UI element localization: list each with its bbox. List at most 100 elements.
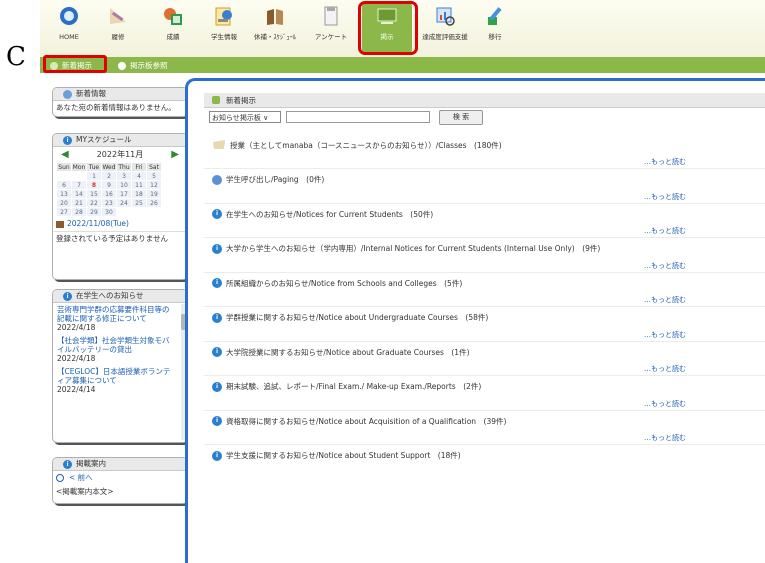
category-row: i 所属組織からのお知らせ/Notice from Schools and Co… [204,276,765,311]
schedule-date-line[interactable]: 2022/11/08(Tue) [53,217,187,231]
calendar-day[interactable]: 7 [71,180,87,190]
category-title[interactable]: 授業（主としてmanaba（コースニュースからのお知らせ））/Classes (… [212,138,502,152]
calendar-day[interactable]: 29 [86,207,102,217]
main-bulletin-panel: 新着掲示 お知らせ掲示板 ∨ 検 索 授業（主としてmanaba（コースニュース… [185,78,765,563]
calendar-day[interactable]: 18 [131,189,147,199]
survey-icon [324,6,338,26]
calendar-nav: ◀ 2022年11月 ▶ [53,147,187,162]
row-divider [204,306,765,307]
toolbar-survey[interactable]: アンケート [306,3,356,53]
row-divider [204,271,765,273]
toolbar-grades[interactable]: 成績 [148,3,198,53]
calendar-day[interactable]: 28 [71,207,87,217]
calendar-day[interactable]: 3 [116,171,132,181]
info-icon: i [212,243,222,254]
read-more-link[interactable]: …もっと読む [644,261,686,271]
read-more-link[interactable]: …もっと読む [644,295,686,305]
category-row: i 大学から学生へのお知らせ（学内専用）/Internal Notices fo… [204,242,765,277]
toolbar-registration[interactable]: 履修 [93,3,143,53]
read-more-link[interactable]: …もっと読む [644,433,686,443]
read-more-link[interactable]: …もっと読む [644,330,686,340]
student-info-icon [215,7,232,26]
calendar-day [116,207,132,217]
search-input[interactable] [286,111,430,123]
search-button[interactable]: 検 索 [439,109,483,125]
toolbar-achievement[interactable]: 達成度評価支援 [420,3,470,53]
toolbar-migration[interactable]: 移行 [470,3,520,53]
category-row: 授業（主としてmanaba（コースニュースからのお知らせ））/Classes (… [204,138,765,173]
category-title[interactable]: 学生呼び出し/Paging (0件) [212,173,324,187]
calendar-day[interactable]: 25 [131,198,147,208]
read-more-link[interactable]: …もっと読む [644,364,686,374]
category-title[interactable]: i 所属組織からのお知らせ/Notice from Schools and Co… [212,276,462,290]
calendar-day[interactable]: 17 [116,189,132,199]
notice-item[interactable]: 芸術専門学群の応募要件科目等の記載に関する修正について 2022/4/18 [53,303,179,334]
category-title[interactable]: i 期末試験、追試、レポート/Final Exam./ Make-up Exam… [212,380,481,394]
toolbar-student-info[interactable]: 学生情報 [199,3,249,53]
category-title[interactable]: i 大学から学生へのお知らせ（学内専用）/Internal Notices fo… [212,242,600,256]
book-icon [56,220,64,228]
left-sidebar: 新着情報 あなた宛の新着情報はありません。 i MYスケジュール ◀ 2022年… [52,87,188,563]
read-more-link[interactable]: …もっと読む [644,157,686,167]
next-month-arrow-icon[interactable]: ▶ [171,149,179,160]
prev-month-arrow-icon[interactable]: ◀ [61,149,69,160]
calendar-day[interactable]: 26 [146,198,162,208]
calendar-day[interactable]: 9 [101,180,117,190]
notice-title[interactable]: 芸術専門学群の応募要件科目等の記載に関する修正について [57,305,175,323]
calendar-day[interactable]: 22 [86,198,102,208]
calendar-day[interactable]: 30 [101,207,117,217]
magnifier-icon [118,61,126,70]
read-more-link[interactable]: …もっと読む [644,399,686,409]
weekday: Sun [56,162,72,172]
category-title[interactable]: i 資格取得に関するお知らせ/Notice about Acquisition … [212,414,506,428]
calendar-day[interactable]: 16 [101,189,117,199]
calendar-day[interactable]: 6 [56,180,72,190]
calendar-day[interactable]: 20 [56,198,72,208]
weekday: Mon [71,162,87,172]
info-icon: i [63,135,72,145]
main-panel-header: 新着掲示 [204,93,765,108]
notice-title[interactable]: 【社会学類】社会学類生対象モバイルバッテリーの貸出 [57,336,175,354]
calendar-day[interactable]: 24 [116,198,132,208]
category-title[interactable]: i 学生支援に関するお知らせ/Notice about Student Supp… [212,449,461,463]
calendar-day[interactable]: 4 [131,171,147,181]
weekday: Wed [101,162,117,172]
calendar-day[interactable]: 14 [71,189,87,199]
calendar-day-today[interactable]: 8 [86,180,102,190]
calendar-day[interactable]: 11 [131,180,147,190]
calendar-day[interactable]: 13 [56,189,72,199]
calendar-day [71,171,87,181]
calendar-day[interactable]: 10 [116,180,132,190]
notice-item[interactable]: 【社会学類】社会学類生対象モバイルバッテリーの貸出 2022/4/18 [53,334,179,365]
calendar-day[interactable]: 23 [101,198,117,208]
subnav-browse-board[interactable]: 掲示板参照 [118,60,168,71]
read-more-link[interactable]: …もっと読む [644,192,686,202]
schedule-panel-header: i MYスケジュール [53,134,187,147]
toolbar-home[interactable]: HOME [44,3,94,53]
category-title[interactable]: i 学群授業に関するお知らせ/Notice about Undergraduat… [212,311,488,325]
calendar-day[interactable]: 21 [71,198,87,208]
board-guide-prev[interactable]: < 前へ [53,471,187,485]
row-divider [204,340,765,342]
calendar-day[interactable]: 27 [56,207,72,217]
notice-item[interactable]: 【CEGLOC】日本語授業ボランティア募集について 2022/4/14 [53,365,179,396]
board-select[interactable]: お知らせ掲示板 ∨ [209,111,281,123]
read-more-link[interactable]: …もっと読む [644,226,686,236]
search-icon [56,474,64,482]
category-row: i 在学生へのお知らせ/Notices for Current Students… [204,207,765,242]
calendar-day[interactable]: 2 [101,171,117,181]
calendar-day[interactable]: 12 [146,180,162,190]
toolbar-schedule[interactable]: 休補・ｽｹｼﾞｭｰﾙ [250,3,300,53]
calendar-day[interactable]: 5 [146,171,162,181]
calendar-day[interactable]: 19 [146,189,162,199]
calendar-day[interactable]: 15 [86,189,102,199]
category-title[interactable]: i 在学生へのお知らせ/Notices for Current Students… [212,207,433,221]
calendar-day[interactable]: 1 [86,171,102,181]
category-row: i 期末試験、追試、レポート/Final Exam./ Make-up Exam… [204,380,765,415]
info-icon: i [212,278,222,288]
notice-title[interactable]: 【CEGLOC】日本語授業ボランティア募集について [57,367,175,385]
weekday: Thu [116,162,132,172]
notice-date: 2022/4/18 [57,323,96,332]
info-icon: i [212,347,222,357]
category-title[interactable]: i 大学院授業に関するお知らせ/Notice about Graduate Co… [212,345,470,359]
